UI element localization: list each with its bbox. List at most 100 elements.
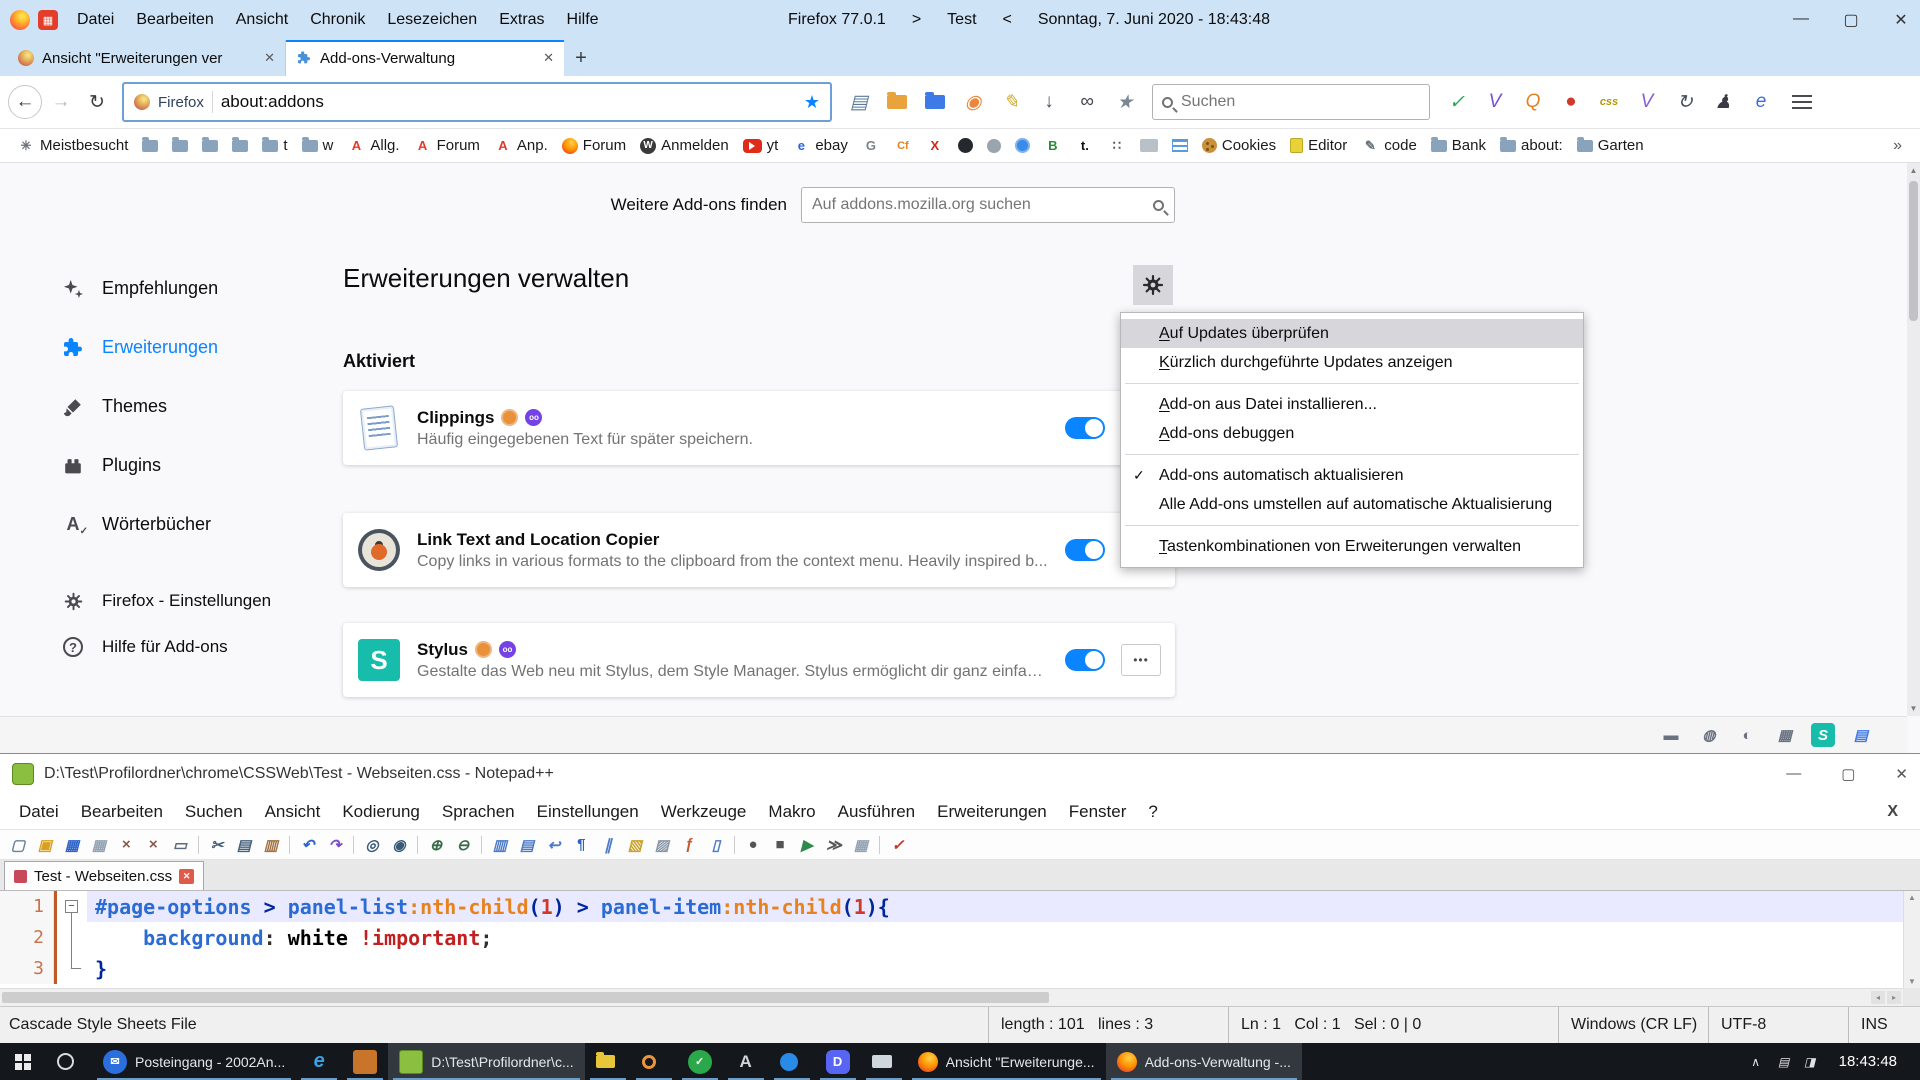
- bookmark-grid[interactable]: [1165, 139, 1195, 152]
- close-file-icon[interactable]: ×: [113, 833, 139, 857]
- reload-button[interactable]: ↻: [80, 85, 114, 119]
- menu-item-reset-auto-update[interactable]: Alle Add-ons umstellen auf automatische …: [1121, 490, 1583, 519]
- taskbar-app-orange[interactable]: [342, 1043, 388, 1080]
- status-insert-mode[interactable]: INS: [1848, 1007, 1920, 1043]
- status-cup-icon[interactable]: ◍: [1697, 723, 1721, 747]
- taskbar-app-a[interactable]: A: [723, 1043, 769, 1080]
- folder-workspace-icon[interactable]: ▯: [703, 833, 729, 857]
- menu-hamburger-icon[interactable]: [1792, 95, 1812, 109]
- tab-addons-verwaltung[interactable]: Add-ons-Verwaltung ✕: [286, 40, 564, 76]
- bookmark-dot[interactable]: [980, 139, 1008, 153]
- bookmark-bank[interactable]: Bank: [1424, 137, 1493, 154]
- taskbar-thunderbird[interactable]: ✉Posteingang - 2002An...: [92, 1043, 296, 1080]
- extension-name[interactable]: Link Text and Location Copier: [417, 530, 659, 550]
- menubar-item[interactable]: Ansicht: [254, 802, 332, 822]
- menubar-item[interactable]: Ansicht: [225, 11, 299, 29]
- record-macro-icon[interactable]: ●: [740, 833, 766, 857]
- tab-close-icon[interactable]: ✕: [179, 869, 194, 884]
- status-clapper-icon[interactable]: ▬: [1659, 723, 1683, 747]
- bookmark-star-icon[interactable]: ★: [804, 92, 820, 113]
- highlighter-icon[interactable]: ✎: [992, 84, 1030, 120]
- status-eol[interactable]: Windows (CR LF): [1558, 1007, 1708, 1043]
- scroll-down-icon[interactable]: ▼: [1910, 704, 1918, 713]
- zoom-out-icon[interactable]: ⊖: [450, 833, 476, 857]
- sync-vertical-icon[interactable]: ▥: [487, 833, 513, 857]
- extension-card-clippings[interactable]: Clippings Häufig eingegebenen Text für s…: [343, 391, 1175, 465]
- bookmark-forum-ff[interactable]: Forum: [555, 137, 633, 154]
- redo-icon[interactable]: ↷: [322, 833, 348, 857]
- user-language-icon[interactable]: ▧: [622, 833, 648, 857]
- menubar-item[interactable]: ?: [1137, 802, 1168, 822]
- tray-icon-2[interactable]: ◨: [1797, 1055, 1823, 1069]
- cut-icon[interactable]: ✂: [204, 833, 230, 857]
- extension-name[interactable]: Stylus: [417, 640, 468, 660]
- minimize-button[interactable]: —: [1786, 765, 1801, 783]
- bookmark-folder-2[interactable]: [165, 140, 195, 152]
- bookmark-anmelden[interactable]: WAnmelden: [633, 137, 736, 154]
- bookmark-yt[interactable]: yt: [736, 137, 786, 154]
- addon-red-icon[interactable]: ●: [1552, 84, 1590, 120]
- run-macro-multi-icon[interactable]: ≫: [821, 833, 847, 857]
- menubar-item[interactable]: Ausführen: [827, 802, 927, 822]
- bookmark-ebay[interactable]: eebay: [785, 137, 855, 154]
- extension-name[interactable]: Clippings: [417, 408, 494, 428]
- enable-toggle[interactable]: [1065, 539, 1105, 561]
- bookmark-about[interactable]: about:: [1493, 137, 1570, 154]
- downloads-folder-icon[interactable]: [878, 84, 916, 120]
- print-icon[interactable]: ▭: [167, 833, 193, 857]
- bookmark-t[interactable]: t: [255, 137, 294, 154]
- addon-css-icon[interactable]: css: [1590, 84, 1628, 120]
- menubar-item[interactable]: Suchen: [174, 802, 254, 822]
- code-line[interactable]: background: white !important;: [87, 922, 1903, 953]
- play-macro-icon[interactable]: ▶: [794, 833, 820, 857]
- menubar-item[interactable]: Sprachen: [431, 802, 526, 822]
- word-wrap-icon[interactable]: ↩: [541, 833, 567, 857]
- bookmark-image[interactable]: [1133, 139, 1165, 152]
- close-button[interactable]: ✕: [1895, 765, 1908, 783]
- menubar-item[interactable]: Werkzeuge: [650, 802, 758, 822]
- toolbar-separator[interactable]: [730, 833, 739, 857]
- menubar-item[interactable]: Bearbeiten: [125, 11, 224, 29]
- bookmark-forum[interactable]: AForum: [407, 137, 487, 154]
- menu-item-install-from-file[interactable]: Add-on aus Datei installieren...: [1121, 390, 1583, 419]
- menu-separator[interactable]: [1121, 519, 1583, 532]
- addon-violet-v2-icon[interactable]: V: [1628, 84, 1666, 120]
- enable-toggle[interactable]: [1065, 649, 1105, 671]
- close-document-button[interactable]: X: [1873, 803, 1912, 821]
- session-manager-icon[interactable]: ∞: [1068, 84, 1106, 120]
- taskbar-app-green-check[interactable]: ✓: [677, 1043, 723, 1080]
- status-ublock-icon[interactable]: ◐: [1735, 723, 1759, 747]
- toolbar-separator[interactable]: [194, 833, 203, 857]
- taskbar-firefox-1[interactable]: Ansicht "Erweiterunge...: [907, 1043, 1106, 1080]
- taskbar-app-keyboard[interactable]: [861, 1043, 907, 1080]
- tools-gear-button[interactable]: [1133, 265, 1173, 305]
- editor-line-1[interactable]: 1 #page-options > panel-list:nth-child(1…: [0, 891, 1903, 922]
- menu-item-debug-addons[interactable]: Add-ons debuggen: [1121, 419, 1583, 448]
- menu-item-recent-updates[interactable]: Kürzlich durchgeführte Updates anzeigen: [1121, 348, 1583, 377]
- bookmark-github[interactable]: [951, 138, 980, 153]
- library-icon[interactable]: ★: [1106, 84, 1144, 120]
- save-icon[interactable]: ▦: [59, 833, 85, 857]
- rss-icon[interactable]: ◉: [954, 84, 992, 120]
- status-clippings-icon[interactable]: ▤: [1849, 723, 1873, 747]
- bookmark-t2[interactable]: t.: [1069, 137, 1101, 154]
- copy-icon[interactable]: ▤: [231, 833, 257, 857]
- search-bar[interactable]: [1152, 84, 1430, 120]
- taskbar-app-search[interactable]: [631, 1043, 677, 1080]
- bookmark-editor[interactable]: Editor: [1283, 137, 1354, 154]
- zoom-in-icon[interactable]: ⊕: [423, 833, 449, 857]
- menubar-item[interactable]: Extras: [488, 11, 555, 29]
- maximize-button[interactable]: ▢: [1841, 765, 1855, 783]
- bookmark-cf[interactable]: Cf: [887, 137, 919, 154]
- addon-orange-q-icon[interactable]: Q: [1514, 84, 1552, 120]
- menubar-item[interactable]: Hilfe: [556, 11, 610, 29]
- toolbar-separator[interactable]: [477, 833, 486, 857]
- save-all-icon[interactable]: ▦: [86, 833, 112, 857]
- calendar-addon-icon[interactable]: ▦: [38, 10, 58, 30]
- bookmark-folder-4[interactable]: [225, 140, 255, 152]
- tray-icon-1[interactable]: ▤: [1771, 1055, 1797, 1069]
- bookmark-g[interactable]: G: [855, 137, 887, 154]
- extension-card-link-copier[interactable]: Link Text and Location Copier Copy links…: [343, 513, 1175, 587]
- menubar-item[interactable]: Kodierung: [331, 802, 431, 822]
- profile-folder-icon[interactable]: [916, 84, 954, 120]
